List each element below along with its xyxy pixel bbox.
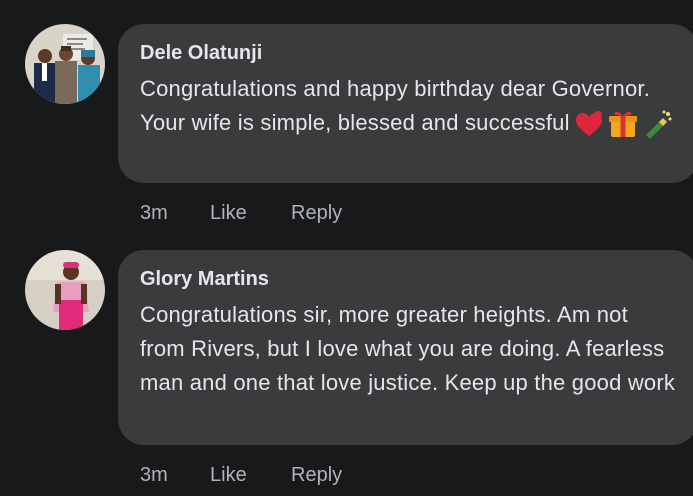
comment-author[interactable]: Dele Olatunji [140, 40, 676, 66]
heart-icon [574, 111, 604, 137]
comment-feed: Dele Olatunji Congratulations and happy … [0, 0, 693, 496]
comment-bubble: Glory Martins Congratulations sir, more … [118, 250, 693, 445]
avatar[interactable] [25, 24, 105, 104]
like-button[interactable]: Like [210, 463, 247, 487]
comment-text: Congratulations and happy birthday dear … [140, 72, 676, 140]
like-button[interactable]: Like [210, 201, 247, 225]
avatar-photo [25, 24, 105, 104]
gift-icon [608, 109, 638, 139]
avatar-photo [25, 250, 105, 330]
reply-button[interactable]: Reply [291, 463, 342, 487]
comment-timestamp[interactable]: 3m [140, 463, 168, 487]
avatar[interactable] [25, 250, 105, 330]
reply-button[interactable]: Reply [291, 201, 342, 225]
comment-timestamp[interactable]: 3m [140, 201, 168, 225]
comment-author[interactable]: Glory Martins [140, 266, 676, 292]
comment-bubble: Dele Olatunji Congratulations and happy … [118, 24, 693, 183]
champagne-icon [642, 109, 672, 140]
comment-text: Congratulations sir, more greater height… [140, 302, 676, 395]
